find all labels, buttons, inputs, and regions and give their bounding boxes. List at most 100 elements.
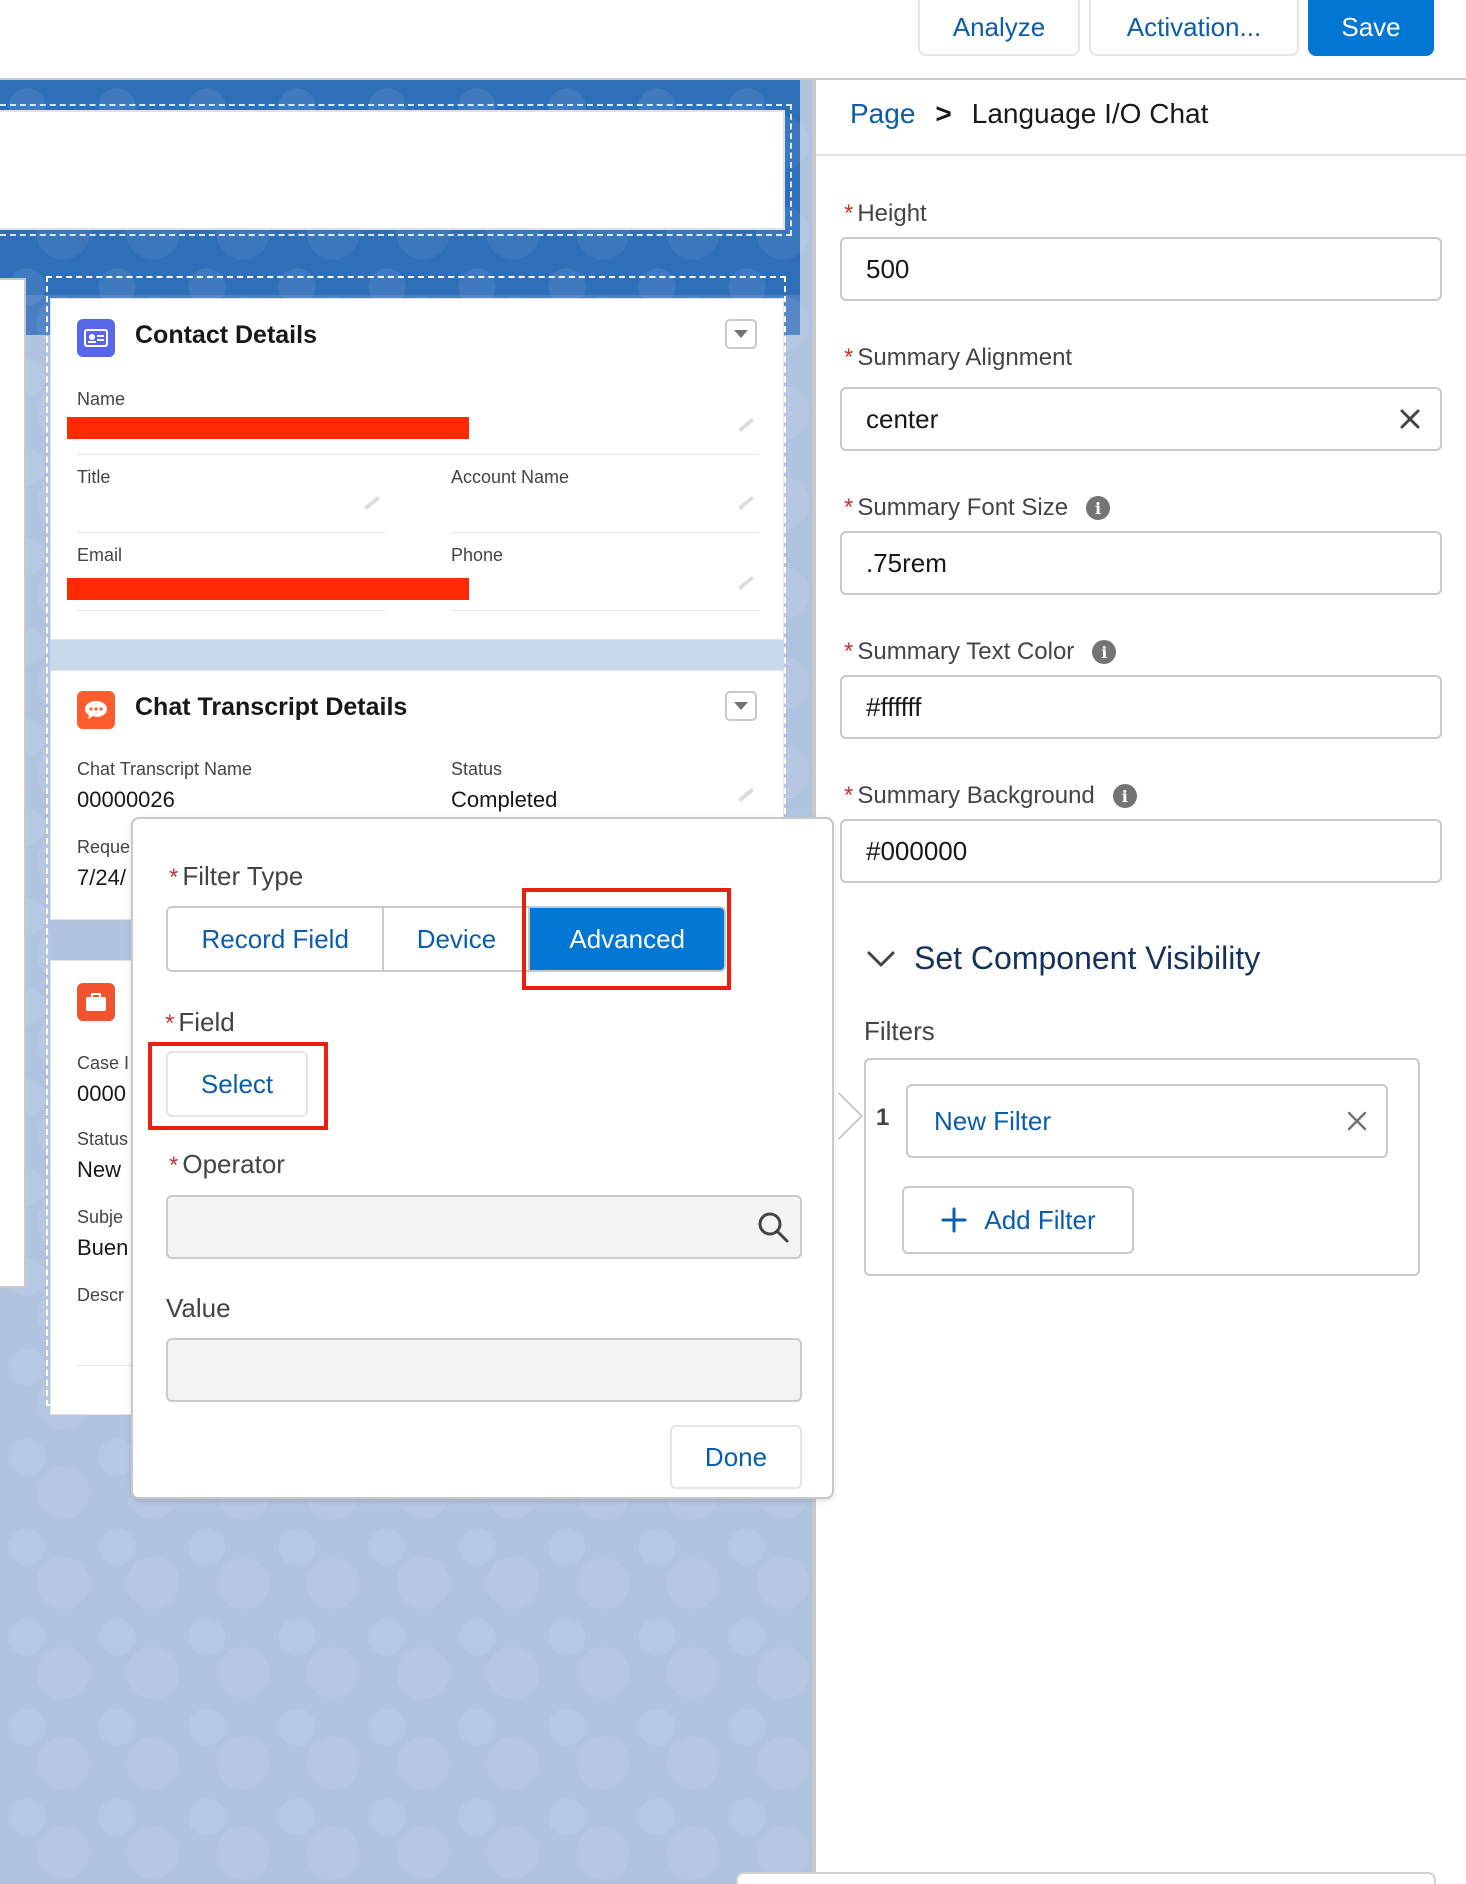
height-input[interactable]: 500 [840,237,1442,301]
add-filter-label: Add Filter [984,1204,1096,1235]
required-marker: * [844,344,854,371]
field-label-account-name: Account Name [451,467,570,487]
field-value-chat-transcript-name: 00000026 [77,787,175,812]
add-filter-button[interactable]: Add Filter [902,1186,1134,1254]
required-marker: * [169,1152,179,1179]
activation-button[interactable]: Activation... [1089,0,1299,56]
close-icon[interactable] [1394,403,1426,442]
chevron-down-icon [867,951,895,966]
plus-icon [941,1207,967,1233]
pencil-icon[interactable] [737,575,755,591]
breadcrumb-separator: > [935,98,952,129]
card-gap [50,640,784,670]
save-button[interactable]: Save [1308,0,1434,56]
panel-divider [816,154,1466,156]
breadcrumb-page-link[interactable]: Page [850,98,915,130]
contact-details-card[interactable]: Contact Details Name Title Account Name … [50,298,784,640]
required-marker: * [844,638,854,665]
info-icon[interactable]: i [1112,784,1137,808]
input-value: #000000 [866,835,968,866]
summary-font-size-input[interactable]: .75rem [840,531,1442,595]
field-value-case: 0000 [77,1081,126,1106]
highlight-box-select [148,1042,328,1130]
builder-toolbar: Analyze Activation... Save [0,0,1466,80]
value-input[interactable] [166,1338,802,1402]
bottom-panel-edge [736,1872,1436,1884]
briefcase-icon [77,983,115,1021]
search-icon [758,1212,789,1243]
field-label-status: Status [77,1129,129,1149]
filter-label: New Filter [934,1105,1052,1136]
analyze-button[interactable]: Analyze [918,0,1080,56]
value-label: Value [166,1293,231,1323]
pencil-icon[interactable] [737,495,755,511]
card-title: Contact Details [135,321,317,349]
field-label-title: Title [77,467,111,487]
label-text: Summary Text Color [857,638,1075,665]
label-text: Field [178,1007,235,1037]
summary-text-color-label: * Summary Text Color i [844,638,1117,666]
left-column-component[interactable] [0,278,26,1288]
visibility-section-toggle[interactable]: Set Component Visibility [866,940,1260,977]
highlight-box-advanced [522,888,731,990]
pencil-icon[interactable] [363,495,381,511]
summary-alignment-label: * Summary Alignment [844,344,1072,372]
label-text: Operator [182,1149,285,1179]
field-value-subject: Buen [77,1235,129,1260]
field-value-status: New [77,1157,122,1182]
filter-index: 1 [876,1104,890,1131]
field-label-phone: Phone [451,545,504,565]
field-label-email: Email [77,545,123,565]
summary-alignment-input[interactable]: center [840,387,1442,451]
required-marker: * [844,200,854,227]
input-value: .75rem [866,547,947,578]
summary-background-input[interactable]: #000000 [840,819,1442,883]
done-button[interactable]: Done [670,1425,802,1489]
section-title: Set Component Visibility [914,940,1261,976]
field-value-status: Completed [451,787,558,812]
field-divider [77,454,759,455]
pencil-icon[interactable] [737,417,755,433]
required-marker: * [844,494,854,521]
redacted-value [67,578,469,600]
required-marker: * [165,1010,175,1037]
operator-combobox[interactable] [166,1195,802,1259]
chevron-down-icon[interactable] [725,319,757,349]
field-divider [77,532,385,533]
filter-type-record-field[interactable]: Record Field [168,908,385,970]
contact-card-icon [77,319,115,357]
close-icon[interactable] [1342,1106,1372,1143]
required-marker: * [844,782,854,809]
filters-list: 1 New Filter Add Filter [864,1058,1420,1276]
field-label-name: Name [77,389,126,409]
input-value: center [866,403,939,434]
label-text: Summary Background [857,782,1095,809]
field-label-subject: Subje [77,1207,124,1227]
chat-bubble-icon [77,691,115,729]
label-text: Height [857,200,927,227]
card-title: Chat Transcript Details [135,693,408,721]
label-text: Filter Type [182,861,304,891]
summary-background-label: * Summary Background i [844,782,1137,810]
operator-label: * Operator [169,1149,285,1180]
redacted-value [67,417,469,439]
summary-font-size-label: * Summary Font Size i [844,494,1111,522]
field-value-requested: 7/24/ [77,865,126,890]
field-label-description: Descr [77,1285,125,1305]
field-label: * Field [165,1007,235,1038]
field-label-case: Case I [77,1053,130,1073]
header-component[interactable] [0,110,785,230]
pencil-icon[interactable] [737,787,755,803]
input-value: #ffffff [866,691,922,722]
label-text: Summary Font Size [857,494,1069,521]
breadcrumb: Page > Language I/O Chat [850,98,1208,130]
info-icon[interactable]: i [1092,640,1117,664]
chevron-down-icon[interactable] [725,691,757,721]
breadcrumb-current: Language I/O Chat [971,98,1209,129]
filter-type-device[interactable]: Device [384,908,531,970]
summary-text-color-input[interactable]: #ffffff [840,675,1442,739]
input-value: 500 [866,253,910,284]
filter-item[interactable]: New Filter [906,1084,1388,1158]
info-icon[interactable]: i [1086,496,1111,520]
filter-popover: * Filter Type Record Field Device Advance… [131,817,834,1499]
